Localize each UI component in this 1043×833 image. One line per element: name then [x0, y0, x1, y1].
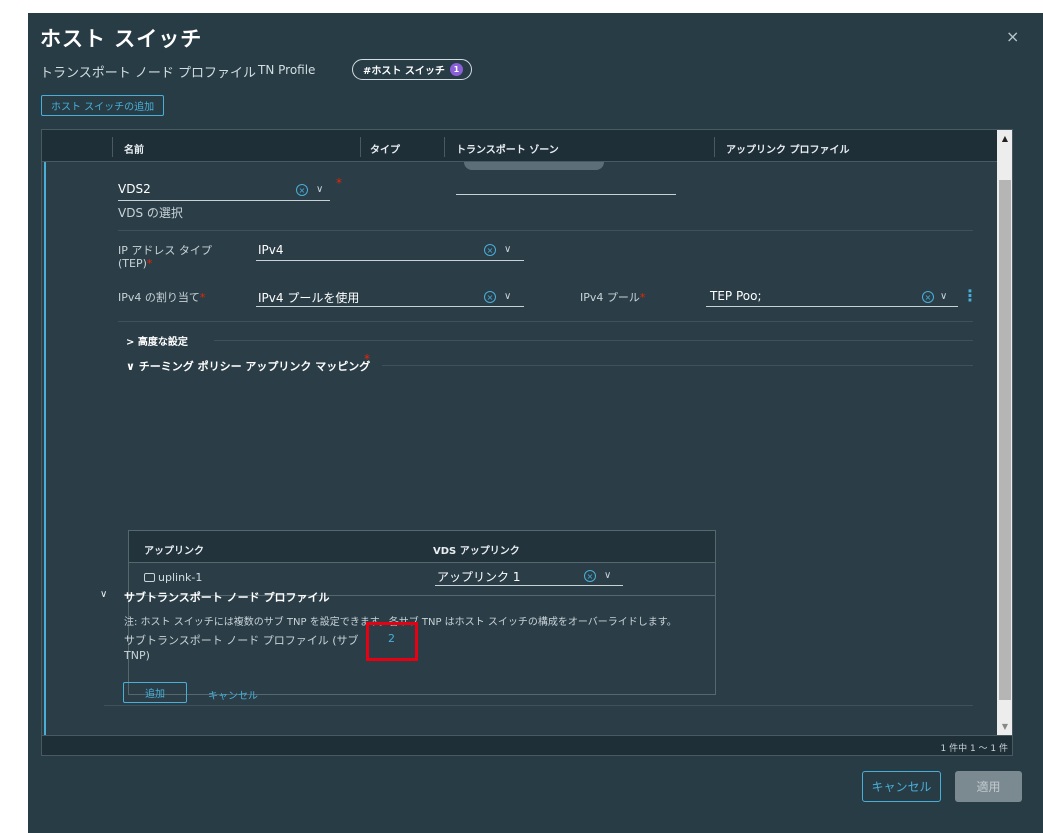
sub-tnp-section-title[interactable]: サブトランスポート ノード プロファイル [124, 589, 329, 605]
column-separator [360, 137, 361, 157]
scroll-up-arrow-icon[interactable]: ▲ [997, 130, 1012, 146]
divider [118, 230, 973, 231]
vds-select-underline [118, 200, 330, 201]
cancel-button[interactable]: キャンセル [862, 771, 941, 802]
ipv4-pool-value[interactable]: TEP Poo; [710, 289, 762, 303]
expanded-host-switch-row: VDS2 × ∨ * VDS の選択 IP アドレス タイプ (TEP)* IP… [44, 162, 997, 736]
ipv4-assign-chevron-down-icon[interactable]: ∨ [504, 291, 511, 302]
transport-zone-tag [464, 162, 604, 170]
required-mark: * [336, 176, 342, 190]
column-header-type[interactable]: タイプ [370, 141, 400, 156]
vds-uplink-select-value[interactable]: アップリンク 1 [437, 568, 520, 585]
ipv4-pool-underline [706, 306, 958, 307]
required-mark: * [639, 291, 646, 304]
vertical-scrollbar[interactable]: ▲ ▼ [997, 130, 1012, 736]
ipv4-pool-chevron-down-icon[interactable]: ∨ [940, 291, 947, 302]
uplink-port-icon [144, 573, 155, 582]
column-header-name[interactable]: 名前 [124, 141, 144, 156]
teaming-policy-toggle[interactable]: ∨ チーミング ポリシー アップリンク マッピング [126, 358, 370, 374]
ip-type-label-tep: (TEP)* [118, 257, 152, 270]
vds-chevron-down-icon[interactable]: ∨ [316, 184, 323, 195]
divider [118, 321, 973, 322]
ipv4-assign-underline [256, 306, 524, 307]
divider [214, 340, 973, 341]
ipv4-pool-label: IPv4 プール* [580, 289, 645, 305]
divider [382, 365, 973, 366]
divider [104, 705, 973, 706]
grid-footer: 1 件中 1 ～ 1 件 [41, 735, 1013, 756]
vds-uplink-chevron-down-icon[interactable]: ∨ [604, 570, 611, 581]
add-host-switch-button[interactable]: ホスト スイッチの追加 [41, 95, 165, 116]
ipv4-assign-value[interactable]: IPv4 プールを使用 [258, 289, 359, 306]
uplink-name: uplink-1 [158, 571, 203, 584]
ip-type-value[interactable]: IPv4 [258, 243, 284, 257]
vds-uplink-underline [435, 585, 623, 586]
column-separator [444, 137, 445, 157]
ipv4-assign-clear-icon[interactable]: × [484, 291, 496, 303]
ip-type-label-tep-text: (TEP) [118, 257, 147, 270]
more-options-icon[interactable]: ⋮ [962, 286, 978, 305]
host-switch-dialog: ホスト スイッチ × トランスポート ノード プロファイル TN Profile… [28, 13, 1043, 833]
required-mark: * [364, 352, 370, 366]
pagination-info: 1 件中 1 ～ 1 件 [940, 744, 1008, 754]
host-switch-grid: 名前 タイプ トランスポート ゾーン アップリンク プロファイル ▲ ▼ VDS… [41, 129, 1013, 755]
ipv4-assign-label: IPv4 の割り当て* [118, 289, 205, 305]
ip-type-clear-icon[interactable]: × [484, 244, 496, 256]
column-header-uplink-profile[interactable]: アップリンク プロファイル [726, 141, 849, 156]
cancel-sub-tnp-link[interactable]: キャンセル [208, 687, 258, 702]
vds-select-value[interactable]: VDS2 [118, 182, 151, 196]
highlight-box [366, 622, 418, 661]
ipv4-assign-label-text: IPv4 の割り当て [118, 291, 200, 304]
ip-type-label: IP アドレス タイプ [118, 244, 212, 257]
scroll-down-arrow-icon[interactable]: ▼ [997, 718, 1012, 734]
transport-zone-underline [456, 194, 676, 195]
sub-tnp-chevron-icon[interactable]: ∨ [100, 589, 107, 600]
required-mark: * [199, 291, 206, 304]
advanced-settings-toggle[interactable]: > 高度な設定 [126, 333, 188, 348]
grid-header: 名前 タイプ トランスポート ゾーン アップリンク プロファイル [42, 130, 997, 162]
ip-type-chevron-down-icon[interactable]: ∨ [504, 244, 511, 255]
sub-tnp-count-label: サブトランスポート ノード プロファイル (サブ [124, 634, 359, 647]
column-separator [714, 137, 715, 157]
chip-count-badge: 1 [449, 63, 463, 76]
host-switch-chip: #ホスト スイッチ 1 [352, 59, 472, 80]
add-sub-tnp-button[interactable]: 追加 [123, 682, 187, 703]
vds-uplink-column-header: VDS アップリンク [433, 546, 520, 557]
vds-select-label: VDS の選択 [118, 206, 183, 220]
ip-type-underline [256, 260, 524, 261]
ipv4-pool-clear-icon[interactable]: × [922, 291, 934, 303]
scroll-thumb[interactable] [999, 180, 1011, 700]
column-header-transport-zone[interactable]: トランスポート ゾーン [456, 141, 559, 156]
uplink-cell: uplink-1 [144, 571, 202, 584]
breadcrumb-profile-name: TN Profile [258, 63, 316, 77]
close-icon[interactable]: × [1006, 27, 1019, 46]
apply-button[interactable]: 適用 [955, 771, 1022, 802]
vds-uplink-clear-icon[interactable]: × [584, 570, 596, 582]
dialog-title: ホスト スイッチ [40, 27, 203, 51]
ipv4-pool-label-text: IPv4 プール [580, 291, 640, 304]
required-mark: * [146, 257, 153, 270]
uplink-table-header: アップリンク VDS アップリンク [129, 531, 715, 563]
sub-tnp-count-label-tnp: TNP) [124, 649, 150, 662]
uplink-column-header: アップリンク [144, 546, 204, 557]
breadcrumb-profile-type: トランスポート ノード プロファイル [40, 66, 257, 81]
chip-label: #ホスト スイッチ [363, 66, 445, 77]
vds-clear-icon[interactable]: × [296, 184, 308, 196]
column-separator [112, 137, 113, 157]
